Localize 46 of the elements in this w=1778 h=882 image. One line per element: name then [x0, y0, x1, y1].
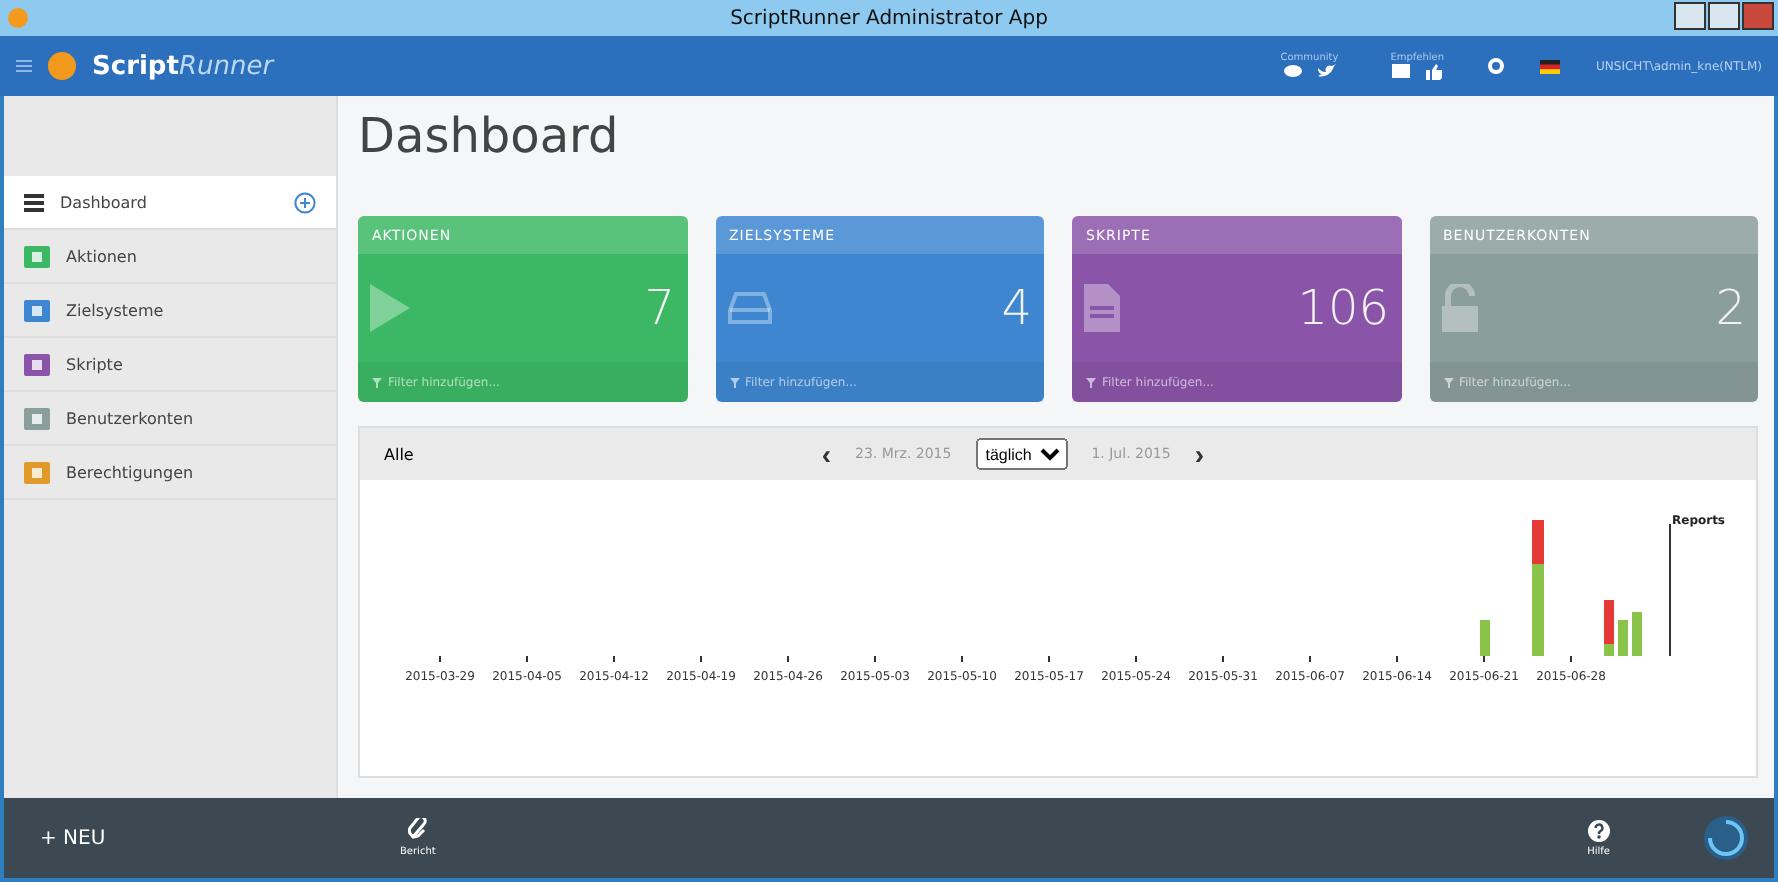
- square-icon: [24, 353, 50, 375]
- next-button[interactable]: ›: [1194, 438, 1205, 470]
- interval-select[interactable]: täglich: [975, 438, 1068, 470]
- list-icon: [24, 193, 44, 211]
- play-icon: [370, 284, 410, 332]
- spinner-icon: [1702, 814, 1750, 862]
- card-count: 2: [1715, 280, 1746, 336]
- maximize-button[interactable]: [1708, 2, 1740, 30]
- sidebar-item[interactable]: Aktionen: [4, 230, 336, 284]
- drive-icon: [727, 292, 771, 324]
- minimize-button[interactable]: [1674, 2, 1706, 30]
- document-icon: [1084, 284, 1120, 332]
- square-icon: [24, 461, 50, 483]
- mail-icon[interactable]: [1392, 64, 1411, 78]
- page-title: Dashboard: [358, 108, 621, 164]
- square-icon: [24, 245, 50, 267]
- bird-icon[interactable]: [1317, 64, 1336, 80]
- unlock-icon: [1441, 284, 1477, 332]
- app-logo: ScriptRunner: [92, 51, 274, 81]
- window-title: ScriptRunner Administrator App: [730, 7, 1048, 29]
- sidebar-item[interactable]: Skripte: [4, 338, 336, 392]
- sidebar-item[interactable]: Dashboard: [4, 176, 336, 230]
- paperclip-icon: [407, 818, 428, 842]
- chat-icon[interactable]: [1283, 64, 1302, 80]
- filter-label[interactable]: Alle: [384, 445, 414, 463]
- square-icon: [24, 299, 50, 321]
- add-circle-icon[interactable]: [294, 191, 316, 213]
- settings-icon[interactable]: [1488, 58, 1505, 74]
- card-count: 7: [644, 280, 675, 336]
- logo-icon: [48, 52, 76, 80]
- card-count: 106: [1297, 280, 1389, 336]
- card-count: 4: [1001, 280, 1032, 336]
- previous-button[interactable]: ‹: [821, 438, 831, 470]
- help-icon: [1587, 819, 1610, 841]
- thumb-icon[interactable]: [1426, 64, 1443, 80]
- filter-icon: [1086, 377, 1096, 387]
- app-icon: [8, 8, 28, 28]
- sidebar-item[interactable]: Zielsysteme: [4, 284, 336, 338]
- square-icon: [24, 407, 50, 429]
- flag-icon[interactable]: [1540, 59, 1561, 73]
- filter-icon: [372, 377, 382, 387]
- filter-icon: [729, 377, 739, 387]
- sidebar-item[interactable]: Benutzerkonten: [4, 392, 336, 446]
- sidebar-item[interactable]: Berechtigungen: [4, 446, 336, 500]
- new-button[interactable]: + NEU: [28, 825, 308, 851]
- filter-icon: [1443, 377, 1453, 387]
